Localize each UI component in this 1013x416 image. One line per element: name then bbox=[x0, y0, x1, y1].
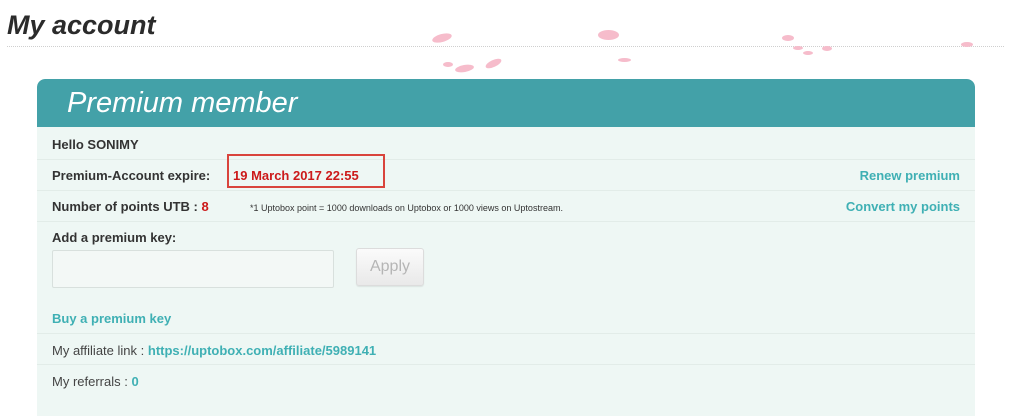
points-label: Number of points UTB : 8 bbox=[52, 199, 209, 214]
apply-button[interactable]: Apply bbox=[356, 248, 424, 286]
panel-title: Premium member bbox=[67, 87, 298, 119]
petal-decoration bbox=[961, 42, 973, 47]
petal-decoration bbox=[782, 35, 794, 41]
panel-header: Premium member bbox=[37, 79, 975, 127]
petal-decoration bbox=[793, 46, 803, 50]
buy-key-row: Buy a premium key bbox=[37, 305, 975, 334]
petal-decoration bbox=[443, 62, 453, 67]
premium-key-label: Add a premium key: bbox=[52, 230, 177, 245]
petal-decoration bbox=[803, 51, 813, 55]
petal-decoration bbox=[598, 30, 619, 40]
referrals-line: My referrals : 0 bbox=[52, 374, 139, 389]
points-value: 8 bbox=[201, 199, 209, 214]
petal-decoration bbox=[454, 63, 475, 74]
heading-divider bbox=[7, 46, 1004, 47]
petal-decoration bbox=[618, 58, 631, 62]
petal-decoration bbox=[484, 56, 503, 71]
referrals-row: My referrals : 0 bbox=[37, 365, 975, 395]
renew-premium-link[interactable]: Renew premium bbox=[860, 168, 960, 183]
greeting-text: Hello SONIMY bbox=[52, 137, 139, 152]
convert-points-link[interactable]: Convert my points bbox=[846, 199, 960, 214]
greeting-row: Hello SONIMY bbox=[37, 127, 975, 160]
premium-key-input[interactable] bbox=[52, 250, 334, 288]
points-note: *1 Uptobox point = 1000 downloads on Upt… bbox=[250, 203, 563, 213]
affiliate-row: My affiliate link : https://uptobox.com/… bbox=[37, 334, 975, 365]
petal-decoration bbox=[822, 46, 832, 51]
petal-decoration bbox=[431, 31, 453, 45]
page-title: My account bbox=[7, 10, 156, 40]
affiliate-label: My affiliate link : bbox=[52, 343, 145, 358]
points-label-text: Number of points UTB : bbox=[52, 199, 198, 214]
expire-value: 19 March 2017 22:55 bbox=[233, 168, 359, 183]
buy-premium-key-link[interactable]: Buy a premium key bbox=[52, 311, 171, 326]
points-row: Number of points UTB : 8 *1 Uptobox poin… bbox=[37, 191, 975, 222]
referrals-label: My referrals : bbox=[52, 374, 128, 389]
affiliate-line: My affiliate link : https://uptobox.com/… bbox=[52, 343, 376, 358]
premium-panel: Premium member Hello SONIMY Premium-Acco… bbox=[37, 79, 975, 416]
expire-label: Premium-Account expire: bbox=[52, 168, 211, 183]
referrals-count[interactable]: 0 bbox=[131, 374, 138, 389]
expire-row: Premium-Account expire: 19 March 2017 22… bbox=[37, 154, 975, 191]
affiliate-link[interactable]: https://uptobox.com/affiliate/5989141 bbox=[148, 343, 376, 358]
